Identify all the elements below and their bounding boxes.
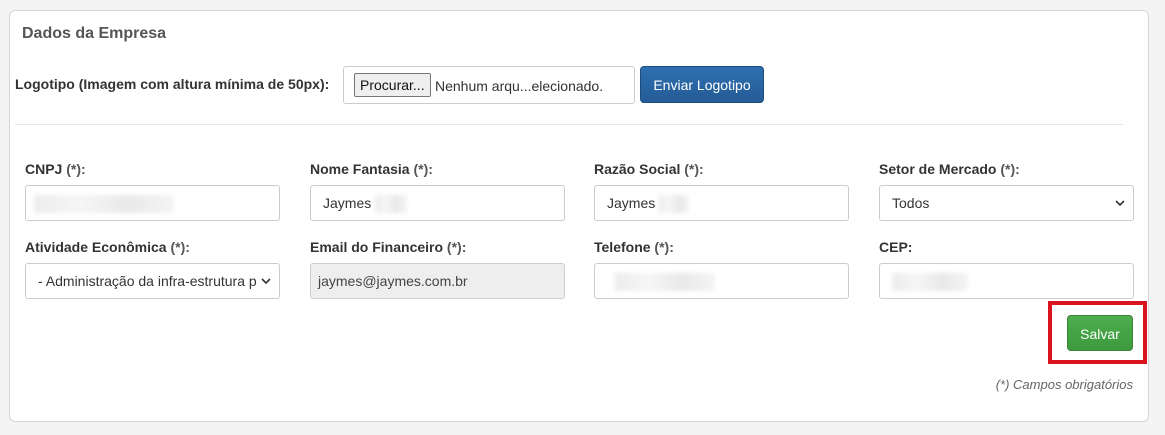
nome-fantasia-label: Nome Fantasia (*): (310, 161, 433, 177)
redacted-value (892, 273, 968, 292)
required-mark: (*): (654, 239, 674, 255)
email-financeiro-input: jaymes@jaymes.com.br (310, 263, 565, 299)
file-status: Nenhum arqu...elecionado. (435, 78, 604, 94)
atividade-value: - Administração da infra-estrutura p (38, 273, 257, 289)
chevron-down-icon (261, 278, 271, 285)
cnpj-input[interactable] (25, 185, 280, 221)
logo-file-input[interactable]: Procurar... Nenhum arqu...elecionado. (343, 66, 635, 104)
telefone-label-text: Telefone (594, 239, 651, 255)
atividade-select[interactable]: - Administração da infra-estrutura p (25, 263, 280, 299)
email-financeiro-label-text: Email do Financeiro (310, 239, 444, 255)
chevron-down-icon (1115, 200, 1125, 207)
required-fields-note: (*) Campos obrigatórios (995, 377, 1133, 392)
razao-social-input[interactable]: Jaymes (594, 185, 849, 221)
save-button[interactable]: Salvar (1067, 315, 1133, 351)
divider (15, 124, 1123, 125)
required-mark: (*): (170, 239, 190, 255)
cnpj-label: CNPJ (*): (25, 161, 86, 177)
logo-upload-row: Logotipo (Imagem com altura mínima de 50… (15, 66, 815, 104)
redacted-value (34, 195, 174, 214)
cnpj-label-text: CNPJ (25, 161, 63, 177)
razao-social-label: Razão Social (*): (594, 161, 704, 177)
logo-label: Logotipo (Imagem com altura mínima de 50… (15, 76, 330, 92)
required-mark: (*): (684, 161, 704, 177)
setor-mercado-select[interactable]: Todos (879, 185, 1134, 221)
required-mark: (*): (413, 161, 433, 177)
cep-input[interactable] (879, 263, 1134, 299)
razao-social-value: Jaymes (607, 195, 656, 211)
nome-fantasia-value: Jaymes (323, 195, 372, 211)
setor-mercado-value: Todos (892, 195, 930, 211)
redacted-value (375, 195, 408, 214)
setor-mercado-label-text: Setor de Mercado (879, 161, 997, 177)
nome-fantasia-label-text: Nome Fantasia (310, 161, 410, 177)
atividade-label-text: Atividade Econômica (25, 239, 167, 255)
browse-button[interactable]: Procurar... (354, 73, 431, 97)
nome-fantasia-input[interactable]: Jaymes (310, 185, 565, 221)
razao-social-label-text: Razão Social (594, 161, 681, 177)
telefone-label: Telefone (*): (594, 239, 674, 255)
cep-label: CEP: (879, 239, 913, 255)
required-mark: (*): (1000, 161, 1020, 177)
required-mark: (*): (446, 239, 467, 255)
setor-mercado-label: Setor de Mercado (*): (879, 161, 1020, 177)
required-mark: (*): (66, 161, 86, 177)
send-logo-button[interactable]: Enviar Logotipo (640, 66, 764, 103)
telefone-input[interactable] (594, 263, 849, 299)
redacted-value (615, 273, 715, 292)
email-financeiro-label: Email do Financeiro (*): (310, 239, 466, 255)
redacted-value (659, 195, 690, 214)
panel-title: Dados da Empresa (22, 25, 167, 42)
atividade-label: Atividade Econômica (*): (25, 239, 190, 255)
email-financeiro-value: jaymes@jaymes.com.br (318, 273, 468, 289)
